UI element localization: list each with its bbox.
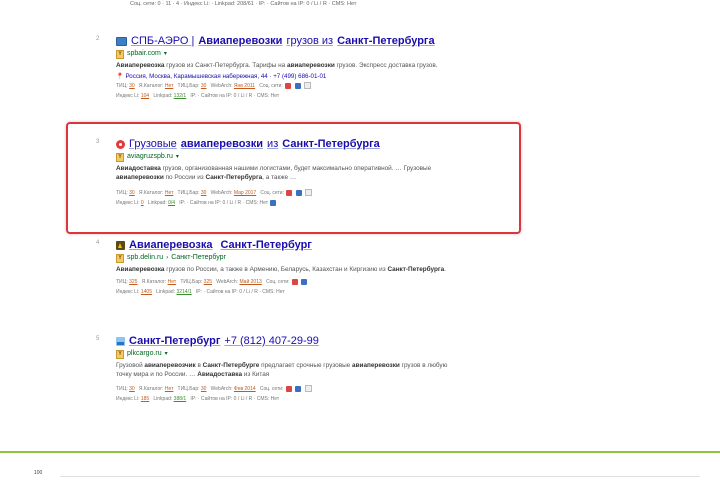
cms-icon[interactable] <box>270 199 277 206</box>
result-number: 2 <box>96 36 100 42</box>
result-title-link[interactable]: СПБ-АЭРО | Авиаперевозки грузов из Санкт… <box>116 34 536 48</box>
site-favicon-icon <box>116 336 125 346</box>
result-number: 5 <box>96 336 100 342</box>
site-favicon-icon <box>116 139 125 149</box>
yandex-icon: Y <box>116 349 124 359</box>
google-plus-icon[interactable] <box>291 278 298 285</box>
seo-stats-row-2: Индекс Li: 1405 Linkpad: 3214/1 IP: · Са… <box>116 289 285 295</box>
result-snippet: Грузовой авиаперевозчик в Санкт-Петербур… <box>116 362 448 378</box>
like-icon[interactable] <box>304 82 312 90</box>
site-favicon-icon <box>116 36 127 46</box>
result-snippet: Авиадоставка грузов, организованная наши… <box>116 165 432 181</box>
seo-stats-row: ТИЦ: 30 Я.Каталог: Нет ТИЦ.Бар: 30 WebAr… <box>116 189 536 197</box>
result-snippet: Авиаперевозка грузов из Санкт-Петербурга… <box>116 62 438 69</box>
result-url[interactable]: Y spbair.com ▾ <box>116 49 536 59</box>
url-dropdown-icon[interactable]: ▾ <box>176 152 179 162</box>
result-url[interactable]: Y plkcargo.ru ▾ <box>116 349 536 359</box>
seo-stats-row: ТИЦ: 325 Я.Каталог: Нет ТИЦ.Бар: 325 Web… <box>116 278 536 286</box>
footer-rule <box>60 476 700 477</box>
section-divider <box>0 451 720 453</box>
vk-icon[interactable] <box>294 82 301 89</box>
yandex-icon: Y <box>116 152 124 162</box>
url-breadcrumb[interactable]: Санкт-Петербург <box>171 253 226 263</box>
seo-stats-row-2: Индекс Li: 185 Linkpad: 388/1 IP: · Сайт… <box>116 396 280 402</box>
google-plus-icon[interactable] <box>285 82 292 89</box>
result-snippet: Авиаперевозка грузов по России, а также … <box>116 266 446 273</box>
google-plus-icon[interactable] <box>286 189 293 196</box>
footer-row: 100 <box>0 470 720 480</box>
vk-icon[interactable] <box>295 189 302 196</box>
seo-stats-row-2: Индекс Li: 104 Linkpad: 132/1 IP: · Сайт… <box>116 93 280 99</box>
result-url[interactable]: Y spb.delin.ru › Санкт-Петербург <box>116 253 536 263</box>
map-pin-icon: 📍 <box>116 73 124 80</box>
seo-stats-row: ТИЦ: 30 Я.Каталог: Нет ТИЦ.Бар: 30 WebAr… <box>116 385 536 393</box>
seo-stats-row: ТИЦ: 30 Я.Каталог: Нет ТИЦ.Бар: 30 WebAr… <box>116 82 536 90</box>
result-title-link[interactable]: Санкт-Петербург +7 (812) 407-29-99 <box>116 334 536 348</box>
yandex-icon: Y <box>116 253 124 263</box>
result-title-link[interactable]: Грузовые авиаперевозки из Санкт-Петербур… <box>116 137 536 151</box>
result-number: 4 <box>96 240 100 246</box>
result-title-link[interactable]: Авиаперевозка Санкт-Петербург <box>116 238 536 252</box>
search-results-page: Соц. сети: 0 · 11 · 4 · Индекс Li: · Lin… <box>0 0 720 480</box>
result-number: 3 <box>96 139 100 145</box>
seo-stats-row-2: Индекс Li: 0 Linkpad: 0/4 IP: · Сайтов н… <box>116 199 536 207</box>
footer-page-number: 100 <box>34 470 43 476</box>
vk-icon[interactable] <box>301 278 308 285</box>
result-address[interactable]: 📍 Россия, Москва, Карамышевская набережн… <box>116 72 536 80</box>
yandex-icon: Y <box>116 49 124 59</box>
result-url[interactable]: Y aviagruzspb.ru ▾ <box>116 152 536 162</box>
google-plus-icon[interactable] <box>285 385 292 392</box>
like-icon[interactable] <box>304 385 312 393</box>
like-icon[interactable] <box>305 189 313 197</box>
previous-result-stats: Соц. сети: 0 · 11 · 4 · Индекс Li: · Lin… <box>130 1 357 7</box>
url-dropdown-icon[interactable]: ▾ <box>164 49 167 59</box>
vk-icon[interactable] <box>295 385 302 392</box>
site-favicon-icon <box>116 240 125 250</box>
url-dropdown-icon[interactable]: ▾ <box>165 349 168 359</box>
